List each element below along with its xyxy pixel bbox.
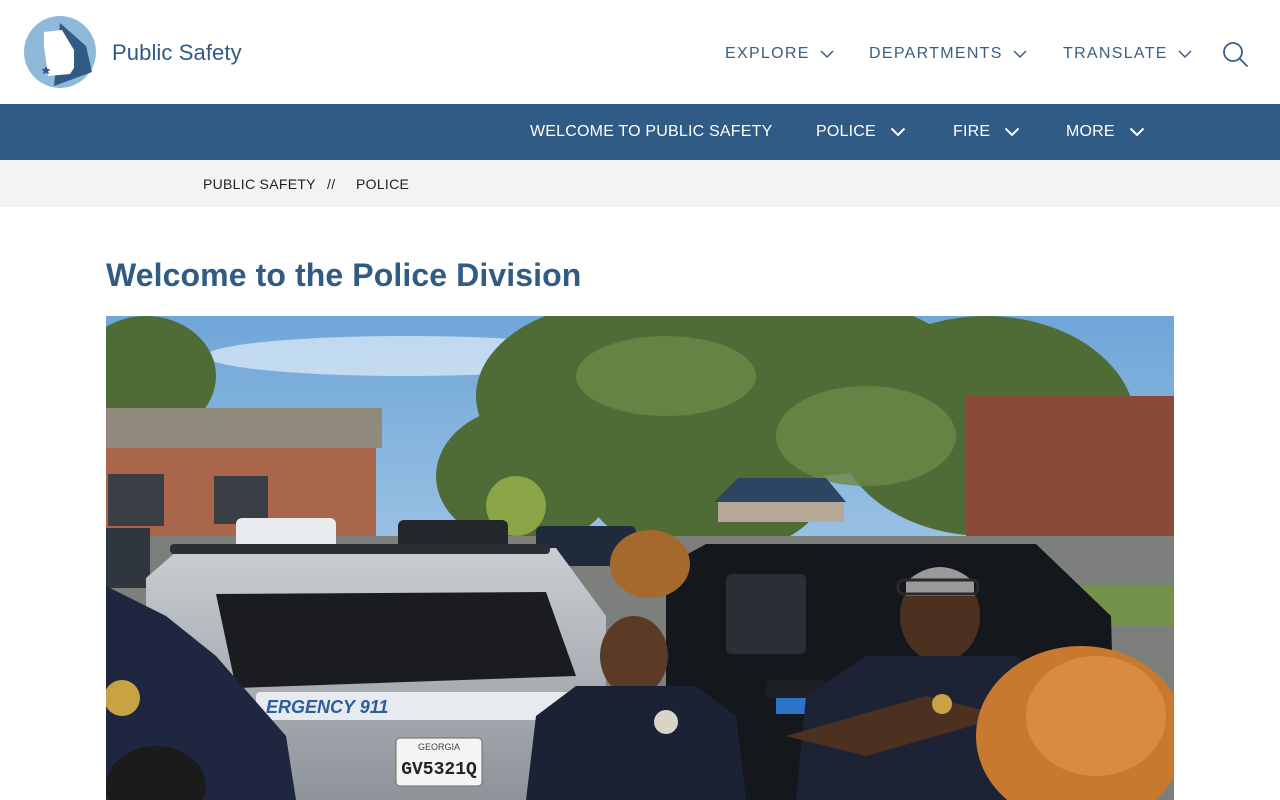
vehicle-decal-text: ERGENCY 911 <box>266 697 388 717</box>
chevron-down-icon <box>1178 50 1192 59</box>
breadcrumb-separator: // <box>327 176 336 192</box>
nav-departments-label: DEPARTMENTS <box>869 45 1003 62</box>
site-header: Public Safety EXPLORE DEPARTMENTS TRANSL… <box>0 0 1280 104</box>
nav-departments[interactable]: DEPARTMENTS <box>869 42 1027 66</box>
breadcrumb: PUBLIC SAFETY // POLICE <box>0 160 1280 207</box>
plate-state: GEORGIA <box>418 742 460 752</box>
chevron-down-icon <box>890 127 906 137</box>
section-nav-fire-label: FIRE <box>953 123 991 140</box>
chevron-down-icon <box>1013 50 1027 59</box>
search-icon[interactable] <box>1221 40 1249 68</box>
section-nav-police[interactable]: POLICE <box>816 104 906 160</box>
page-title: Welcome to the Police Division <box>106 257 582 293</box>
nav-translate-label: TRANSLATE <box>1063 45 1168 62</box>
site-name[interactable]: Public Safety <box>112 40 242 66</box>
section-nav-more[interactable]: MORE <box>1066 104 1145 160</box>
breadcrumb-public-safety[interactable]: PUBLIC SAFETY <box>203 176 316 192</box>
section-nav-bar: WELCOME TO PUBLIC SAFETY POLICE FIRE MOR… <box>0 104 1280 160</box>
section-nav-fire[interactable]: FIRE <box>953 104 1020 160</box>
section-nav-police-label: POLICE <box>816 123 876 140</box>
chevron-down-icon <box>820 50 834 59</box>
plate-number: GV5321Q <box>401 760 477 780</box>
section-nav-welcome[interactable]: WELCOME TO PUBLIC SAFETY <box>530 104 772 160</box>
section-nav-more-label: MORE <box>1066 123 1115 140</box>
chevron-down-icon <box>1129 127 1145 137</box>
nav-explore-label: EXPLORE <box>725 45 810 62</box>
chevron-down-icon <box>1005 127 1020 137</box>
hero-photo: ERGENCY 911 GEORGIA GV5321Q <box>106 316 1174 800</box>
nav-explore[interactable]: EXPLORE <box>725 42 834 66</box>
nav-translate[interactable]: TRANSLATE <box>1063 42 1192 66</box>
breadcrumb-police: POLICE <box>356 176 410 192</box>
section-nav-welcome-label: WELCOME TO PUBLIC SAFETY <box>530 123 773 140</box>
georgia-state-logo-icon[interactable] <box>24 16 96 88</box>
